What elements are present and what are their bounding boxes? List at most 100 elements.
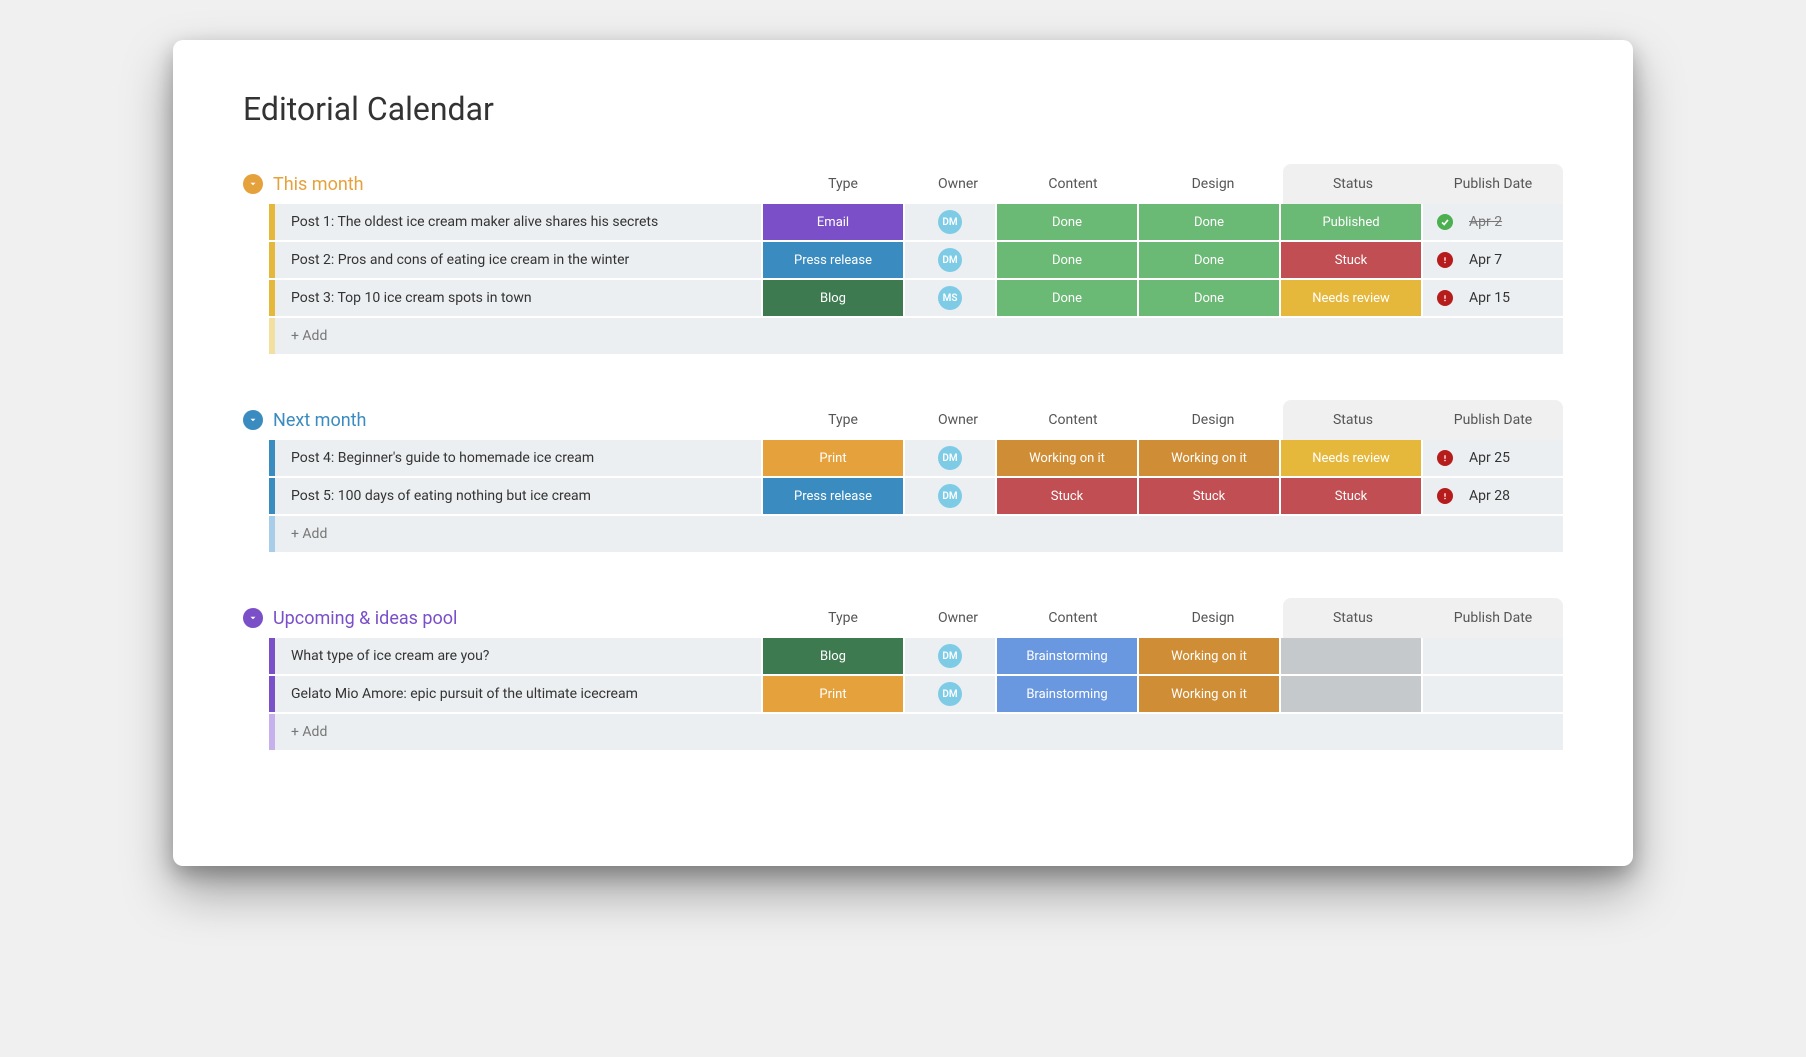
chevron-down-icon — [248, 613, 258, 623]
design-cell[interactable]: Done — [1139, 280, 1279, 316]
add-row-label[interactable]: + Add — [275, 516, 1563, 552]
check-icon — [1437, 214, 1453, 230]
owner-avatar: MS — [938, 286, 962, 310]
design-cell[interactable]: Stuck — [1139, 478, 1279, 514]
type-cell[interactable]: Press release — [763, 478, 903, 514]
owner-cell[interactable]: DM — [905, 638, 995, 674]
status-cell[interactable]: Needs review — [1281, 280, 1421, 316]
row-name[interactable]: What type of ice cream are you? — [275, 638, 761, 674]
add-row[interactable]: + Add — [269, 516, 1563, 552]
table-row[interactable]: Post 5: 100 days of eating nothing but i… — [269, 478, 1563, 514]
design-cell[interactable]: Working on it — [1139, 676, 1279, 712]
column-headers: TypeOwnerContentDesignStatusPublish Date — [773, 164, 1563, 204]
status-cell[interactable]: Stuck — [1281, 242, 1421, 278]
row-name[interactable]: Post 3: Top 10 ice cream spots in town — [275, 280, 761, 316]
owner-cell[interactable]: DM — [905, 676, 995, 712]
date-text: Apr 25 — [1469, 450, 1510, 466]
date-cell[interactable]: Apr 7 — [1423, 242, 1563, 278]
owner-cell[interactable]: DM — [905, 242, 995, 278]
col-status: Status — [1283, 598, 1423, 638]
col-type: Type — [773, 400, 913, 440]
table-row[interactable]: Post 4: Beginner's guide to homemade ice… — [269, 440, 1563, 476]
column-headers: TypeOwnerContentDesignStatusPublish Date — [773, 598, 1563, 638]
type-cell[interactable]: Press release — [763, 242, 903, 278]
status-cell[interactable]: Published — [1281, 204, 1421, 240]
group: This month TypeOwnerContentDesignStatusPu… — [243, 164, 1563, 354]
group-title[interactable]: This month — [273, 174, 364, 195]
col-date: Publish Date — [1423, 400, 1563, 440]
col-content: Content — [1003, 164, 1143, 204]
date-cell[interactable] — [1423, 676, 1563, 712]
status-cell[interactable] — [1281, 638, 1421, 674]
row-name[interactable]: Gelato Mio Amore: epic pursuit of the ul… — [275, 676, 761, 712]
owner-avatar: DM — [938, 210, 962, 234]
date-cell[interactable]: Apr 2 — [1423, 204, 1563, 240]
type-cell[interactable]: Print — [763, 440, 903, 476]
collapse-toggle[interactable] — [243, 608, 263, 628]
owner-avatar: DM — [938, 682, 962, 706]
owner-avatar: DM — [938, 644, 962, 668]
owner-cell[interactable]: MS — [905, 280, 995, 316]
design-cell[interactable]: Done — [1139, 242, 1279, 278]
content-cell[interactable]: Brainstorming — [997, 638, 1137, 674]
date-cell[interactable]: Apr 28 — [1423, 478, 1563, 514]
group-header: This month TypeOwnerContentDesignStatusPu… — [243, 164, 1563, 204]
content-cell[interactable]: Done — [997, 242, 1137, 278]
date-cell[interactable]: Apr 25 — [1423, 440, 1563, 476]
design-cell[interactable]: Working on it — [1139, 440, 1279, 476]
owner-cell[interactable]: DM — [905, 478, 995, 514]
alert-icon — [1437, 252, 1453, 268]
chevron-down-icon — [248, 179, 258, 189]
col-date: Publish Date — [1423, 598, 1563, 638]
add-row[interactable]: + Add — [269, 714, 1563, 750]
add-row-label[interactable]: + Add — [275, 318, 1563, 354]
design-cell[interactable]: Done — [1139, 204, 1279, 240]
type-cell[interactable]: Print — [763, 676, 903, 712]
design-cell[interactable]: Working on it — [1139, 638, 1279, 674]
column-headers: TypeOwnerContentDesignStatusPublish Date — [773, 400, 1563, 440]
date-cell[interactable]: Apr 15 — [1423, 280, 1563, 316]
status-cell[interactable]: Stuck — [1281, 478, 1421, 514]
col-owner: Owner — [913, 164, 1003, 204]
type-cell[interactable]: Blog — [763, 280, 903, 316]
status-cell[interactable] — [1281, 676, 1421, 712]
row-name[interactable]: Post 4: Beginner's guide to homemade ice… — [275, 440, 761, 476]
group: Upcoming & ideas pool TypeOwnerContentDes… — [243, 598, 1563, 750]
group-header: Next month TypeOwnerContentDesignStatusPu… — [243, 400, 1563, 440]
content-cell[interactable]: Done — [997, 280, 1137, 316]
row-name[interactable]: Post 2: Pros and cons of eating ice crea… — [275, 242, 761, 278]
status-cell[interactable]: Needs review — [1281, 440, 1421, 476]
table-row[interactable]: Post 1: The oldest ice cream maker alive… — [269, 204, 1563, 240]
owner-avatar: DM — [938, 248, 962, 272]
page-title: Editorial Calendar — [243, 90, 1563, 128]
date-text: Apr 28 — [1469, 488, 1510, 504]
add-row[interactable]: + Add — [269, 318, 1563, 354]
table-row[interactable]: Post 3: Top 10 ice cream spots in townBl… — [269, 280, 1563, 316]
alert-icon — [1437, 488, 1453, 504]
add-row-label[interactable]: + Add — [275, 714, 1563, 750]
group-title[interactable]: Next month — [273, 410, 366, 431]
col-design: Design — [1143, 598, 1283, 638]
collapse-toggle[interactable] — [243, 174, 263, 194]
row-name[interactable]: Post 1: The oldest ice cream maker alive… — [275, 204, 761, 240]
col-design: Design — [1143, 164, 1283, 204]
content-cell[interactable]: Working on it — [997, 440, 1137, 476]
group-header: Upcoming & ideas pool TypeOwnerContentDes… — [243, 598, 1563, 638]
group-title[interactable]: Upcoming & ideas pool — [273, 608, 457, 629]
col-date: Publish Date — [1423, 164, 1563, 204]
content-cell[interactable]: Done — [997, 204, 1137, 240]
content-cell[interactable]: Stuck — [997, 478, 1137, 514]
date-cell[interactable] — [1423, 638, 1563, 674]
type-cell[interactable]: Email — [763, 204, 903, 240]
col-owner: Owner — [913, 400, 1003, 440]
owner-cell[interactable]: DM — [905, 440, 995, 476]
table-row[interactable]: Gelato Mio Amore: epic pursuit of the ul… — [269, 676, 1563, 712]
table-row[interactable]: Post 2: Pros and cons of eating ice crea… — [269, 242, 1563, 278]
row-name[interactable]: Post 5: 100 days of eating nothing but i… — [275, 478, 761, 514]
owner-avatar: DM — [938, 446, 962, 470]
collapse-toggle[interactable] — [243, 410, 263, 430]
type-cell[interactable]: Blog — [763, 638, 903, 674]
table-row[interactable]: What type of ice cream are you?Blog DM Bra… — [269, 638, 1563, 674]
content-cell[interactable]: Brainstorming — [997, 676, 1137, 712]
owner-cell[interactable]: DM — [905, 204, 995, 240]
